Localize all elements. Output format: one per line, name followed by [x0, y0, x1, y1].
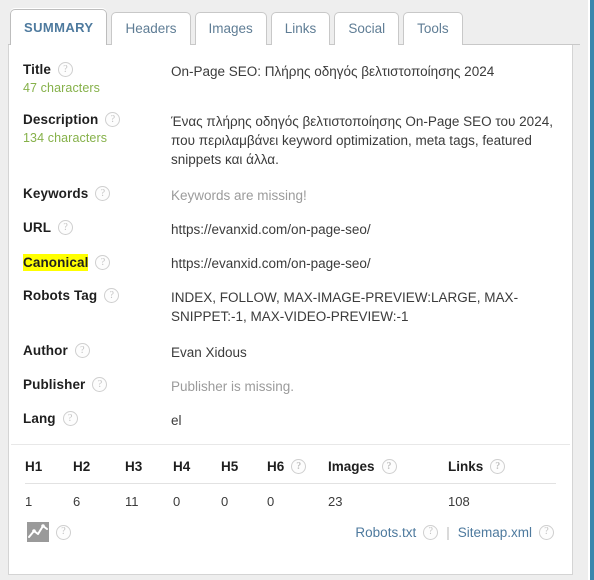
author-label: Author [23, 343, 68, 358]
col-header-h3-label: H3 [125, 459, 143, 474]
lang-value: el [171, 413, 182, 428]
help-icon-description[interactable]: ? [105, 112, 121, 127]
help-icon-h6[interactable]: ? [291, 459, 307, 474]
tab-links[interactable]: Links [270, 12, 331, 45]
keywords-label: Keywords [23, 186, 89, 201]
cell-images-count: 23 [328, 483, 448, 511]
help-icon-chart[interactable]: ? [56, 524, 71, 540]
title-label-col: Title ? 47 characters [23, 61, 171, 95]
cell-h6-count: 0 [267, 483, 328, 511]
publisher-value: Publisher is missing. [171, 379, 295, 394]
panel-footer: ? Robots.txt ? | Sitemap.xml ? [25, 522, 556, 542]
publisher-label: Publisher [23, 377, 86, 392]
canonical-value: https://evanxid.com/on-page-seo/ [171, 256, 371, 271]
col-header-h5-label: H5 [221, 459, 239, 474]
col-header-h1: H1 [25, 457, 73, 484]
help-icon-links[interactable]: ? [490, 459, 506, 474]
col-header-links-label: Links [448, 459, 484, 474]
col-header-h2-label: H2 [73, 459, 91, 474]
row-lang: Lang ? el [23, 410, 558, 430]
lang-label: Lang [23, 411, 56, 426]
col-header-h3: H3 [125, 457, 173, 484]
cell-h5-count: 0 [221, 483, 267, 511]
right-edge-accent-strip [590, 0, 594, 580]
stats-header-row: H1 H2 H3 H4 H5 H6 ? Images ? Links ? [25, 457, 556, 484]
help-icon-sitemap-xml[interactable]: ? [539, 524, 554, 540]
tab-headers[interactable]: Headers [111, 12, 191, 45]
seo-summary-panel: SUMMARY Headers Images Links Social Tool… [0, 0, 594, 580]
col-header-images: Images ? [328, 457, 448, 484]
url-label-col: URL ? [23, 219, 171, 235]
stats-top-divider [11, 444, 570, 445]
col-header-h6-label: H6 [267, 459, 285, 474]
robots-tag-label: Robots Tag [23, 288, 98, 303]
headings-stats-table: H1 H2 H3 H4 H5 H6 ? Images ? Links ? 1 6… [25, 457, 556, 511]
row-title: Title ? 47 characters On-Page SEO: Πλήρη… [23, 61, 558, 95]
title-label: Title [23, 62, 52, 77]
tab-bar: SUMMARY Headers Images Links Social Tool… [8, 9, 580, 46]
col-header-links: Links ? [448, 457, 556, 484]
col-header-h5: H5 [221, 457, 267, 484]
footer-left-group: ? [27, 522, 71, 542]
col-header-h2: H2 [73, 457, 125, 484]
cell-h1-count: 1 [25, 483, 73, 511]
canonical-label-col: Canonical ? [23, 253, 171, 271]
title-value: On-Page SEO: Πλήρης οδηγός βελτιστοποίησ… [171, 64, 495, 79]
robots-tag-value: INDEX, FOLLOW, MAX-IMAGE-PREVIEW:LARGE, … [171, 290, 519, 324]
cell-h2-count: 6 [73, 483, 125, 511]
tab-tools[interactable]: Tools [403, 12, 463, 45]
chart-icon[interactable] [27, 522, 49, 542]
url-label: URL [23, 220, 52, 235]
url-value: https://evanxid.com/on-page-seo/ [171, 222, 371, 237]
col-header-h4: H4 [173, 457, 221, 484]
robots-tag-label-col: Robots Tag ? [23, 287, 171, 303]
cell-h3-count: 11 [125, 483, 173, 511]
help-icon-publisher[interactable]: ? [92, 377, 108, 392]
row-canonical: Canonical ? https://evanxid.com/on-page-… [23, 253, 558, 273]
canonical-label: Canonical [23, 254, 89, 271]
description-label: Description [23, 112, 99, 127]
help-icon-robots-txt[interactable]: ? [423, 524, 439, 540]
table-row: 1 6 11 0 0 0 23 108 [25, 483, 556, 511]
author-label-col: Author ? [23, 342, 171, 358]
help-icon-lang[interactable]: ? [62, 411, 78, 426]
row-description: Description ? 134 characters Ένας πλήρης… [23, 111, 558, 169]
title-char-count: 47 characters [23, 81, 101, 95]
description-char-count: 134 characters [23, 131, 108, 145]
col-header-h1-label: H1 [25, 459, 43, 474]
footer-separator: | [446, 524, 450, 540]
summary-content-panel: Title ? 47 characters On-Page SEO: Πλήρη… [8, 45, 573, 575]
row-publisher: Publisher ? Publisher is missing. [23, 376, 558, 396]
lang-label-col: Lang ? [23, 410, 171, 426]
description-label-col: Description ? 134 characters [23, 111, 171, 145]
keywords-label-col: Keywords ? [23, 185, 171, 201]
col-header-h4-label: H4 [173, 459, 191, 474]
publisher-label-col: Publisher ? [23, 376, 171, 392]
help-icon-robots-tag[interactable]: ? [104, 288, 120, 303]
row-keywords: Keywords ? Keywords are missing! [23, 185, 558, 205]
tab-social[interactable]: Social [334, 12, 400, 45]
headings-stats-section: H1 H2 H3 H4 H5 H6 ? Images ? Links ? 1 6… [11, 444, 570, 542]
keywords-value: Keywords are missing! [171, 188, 307, 203]
row-author: Author ? Evan Xidous [23, 342, 558, 362]
help-icon-url[interactable]: ? [58, 220, 74, 235]
row-robots-tag: Robots Tag ? INDEX, FOLLOW, MAX-IMAGE-PR… [23, 287, 558, 326]
sitemap-xml-link[interactable]: Sitemap.xml [458, 525, 532, 540]
help-icon-canonical[interactable]: ? [95, 255, 111, 270]
tab-summary[interactable]: SUMMARY [10, 9, 108, 46]
help-icon-images[interactable]: ? [381, 459, 397, 474]
robots-txt-link[interactable]: Robots.txt [355, 525, 416, 540]
cell-h4-count: 0 [173, 483, 221, 511]
description-value: Ένας πλήρης οδηγός βελτιστοποίησης On-Pa… [171, 114, 553, 167]
tab-images[interactable]: Images [194, 12, 267, 45]
col-header-images-label: Images [328, 459, 375, 474]
footer-right-group: Robots.txt ? | Sitemap.xml ? [355, 524, 554, 540]
cell-links-count: 108 [448, 483, 556, 511]
help-icon-title[interactable]: ? [58, 62, 74, 77]
col-header-h6: H6 ? [267, 457, 328, 484]
help-icon-keywords[interactable]: ? [95, 186, 111, 201]
author-value: Evan Xidous [171, 345, 247, 360]
row-url: URL ? https://evanxid.com/on-page-seo/ [23, 219, 558, 239]
help-icon-author[interactable]: ? [74, 343, 90, 358]
